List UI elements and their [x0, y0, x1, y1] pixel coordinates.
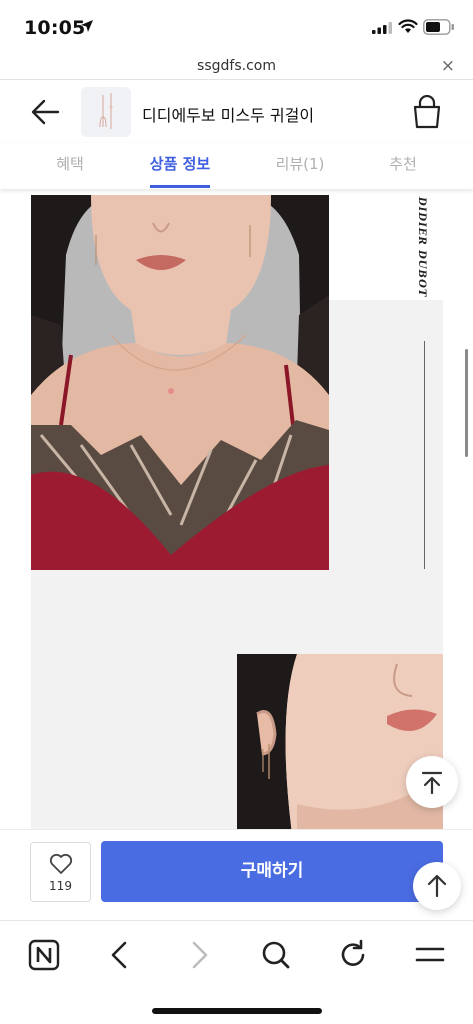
product-tabs: 혜택 상품 정보 리뷰(1) 추천 — [0, 143, 473, 189]
location-arrow-icon — [81, 20, 93, 32]
url-text[interactable]: ssgdfs.com — [0, 58, 473, 74]
back-icon[interactable] — [100, 935, 140, 975]
battery-icon — [423, 19, 454, 35]
product-title: 디디에두보 미스두 귀걸이 — [142, 106, 315, 125]
refresh-icon[interactable] — [333, 935, 373, 975]
shopping-bag-icon[interactable] — [411, 95, 443, 129]
product-header: 디디에두보 미스두 귀걸이 — [0, 81, 473, 143]
url-bar[interactable]: ssgdfs.com × — [0, 54, 473, 80]
tab-reviews[interactable]: 리뷰(1) — [260, 153, 340, 174]
close-icon[interactable]: × — [441, 56, 455, 76]
active-tab-underline — [150, 185, 210, 188]
status-bar: 10:05 — [0, 0, 473, 54]
buy-button[interactable]: 구매하기 — [101, 841, 443, 902]
menu-icon[interactable] — [410, 935, 450, 975]
tab-recommend[interactable]: 추천 — [373, 153, 433, 174]
home-indicator[interactable] — [152, 1008, 322, 1014]
product-detail-content[interactable]: DIDIER DUBOT — [0, 189, 473, 829]
back-arrow-icon[interactable] — [28, 96, 62, 128]
forward-icon[interactable] — [179, 935, 219, 975]
purchase-bar: 119 구매하기 — [0, 829, 473, 920]
page: 10:05 ssgdfs.com × 디디에두보 미스두 귀걸이 혜택 상품 정… — [0, 0, 473, 1024]
naver-home-icon[interactable] — [24, 935, 64, 975]
scroll-up-button[interactable] — [413, 862, 461, 910]
scroll-indicator[interactable] — [465, 349, 468, 457]
heart-icon — [49, 853, 73, 874]
brand-vertical-text: DIDIER DUBOT — [416, 197, 427, 298]
product-thumbnail[interactable] — [81, 87, 131, 137]
arrow-to-top-icon — [421, 771, 443, 795]
like-button[interactable]: 119 — [30, 842, 91, 902]
wifi-icon — [398, 19, 418, 33]
scroll-to-top-button[interactable] — [406, 756, 458, 808]
search-icon[interactable] — [256, 935, 296, 975]
decorative-vertical-line — [424, 341, 425, 569]
model-necklace-photo — [31, 195, 329, 570]
tab-benefits[interactable]: 혜택 — [40, 153, 100, 174]
tab-product-info[interactable]: 상품 정보 — [140, 153, 220, 174]
status-time: 10:05 — [24, 17, 86, 39]
earring-thumbnail-image — [99, 93, 113, 129]
like-count: 119 — [49, 879, 72, 893]
arrow-up-icon — [427, 874, 447, 898]
cellular-signal-icon — [372, 22, 392, 34]
